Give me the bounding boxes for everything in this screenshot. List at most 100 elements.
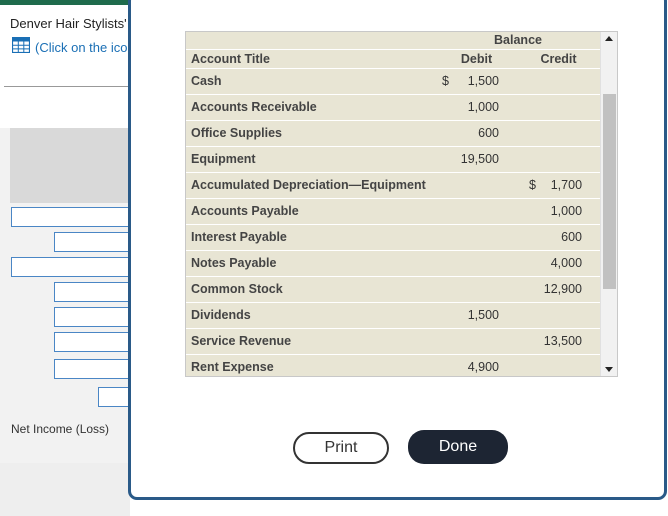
credit-currency-sign xyxy=(517,250,539,277)
credit-value: 12,900 xyxy=(539,276,600,303)
debit-currency-sign xyxy=(436,146,452,173)
account-title: Common Stock xyxy=(186,276,436,303)
table-body: Cash $1,500 Accounts Receivable 1,000 Office… xyxy=(186,68,600,376)
spreadsheet-icon[interactable] xyxy=(11,36,31,58)
account-title: Notes Payable xyxy=(186,250,436,277)
table-row: Service Revenue 13,500 xyxy=(186,328,600,355)
form-input-field[interactable] xyxy=(54,232,130,252)
credit-value: 1,700 xyxy=(539,172,600,199)
form-input-field[interactable] xyxy=(54,332,130,352)
form-input-field[interactable] xyxy=(54,307,130,327)
account-title: Accounts Receivable xyxy=(186,94,436,121)
credit-currency-sign xyxy=(517,68,539,95)
debit-currency-sign xyxy=(436,302,452,329)
form-input-field[interactable] xyxy=(54,359,130,379)
debit-currency-sign xyxy=(436,250,452,277)
debit-currency-sign xyxy=(436,276,452,303)
data-table-modal: Balance Account Title Debit Credit Cash $… xyxy=(128,0,667,500)
table-row: Rent Expense 4,900 xyxy=(186,354,600,376)
divider xyxy=(4,86,130,87)
debit-value: 4,900 xyxy=(452,354,517,376)
debit-value xyxy=(452,276,517,303)
account-title: Accounts Payable xyxy=(186,198,436,225)
debit-value: 1,000 xyxy=(452,94,517,121)
print-button[interactable]: Print xyxy=(293,432,389,464)
debit-value: 1,500 xyxy=(452,68,517,95)
credit-value: 1,000 xyxy=(539,198,600,225)
form-header-block xyxy=(10,128,130,203)
debit-value xyxy=(452,224,517,251)
debit-value xyxy=(452,172,517,199)
data-table-frame: Balance Account Title Debit Credit Cash $… xyxy=(185,31,618,377)
debit-value: 19,500 xyxy=(452,146,517,173)
credit-value xyxy=(539,354,600,376)
credit-value: 13,500 xyxy=(539,328,600,355)
credit-value xyxy=(539,302,600,329)
header-accent-bar xyxy=(0,0,130,5)
table-group-header-row: Balance xyxy=(186,32,600,50)
debit-value: 1,500 xyxy=(452,302,517,329)
credit-currency-sign xyxy=(517,354,539,376)
debit-currency-sign xyxy=(436,172,452,199)
debit-currency-sign: $ xyxy=(436,68,452,95)
credit-value: 600 xyxy=(539,224,600,251)
scroll-thumb[interactable] xyxy=(603,94,616,289)
credit-value xyxy=(539,146,600,173)
debit-currency-sign xyxy=(436,328,452,355)
account-title: Rent Expense xyxy=(186,354,436,376)
account-title: Equipment xyxy=(186,146,436,173)
scroll-up-icon[interactable] xyxy=(605,36,613,41)
credit-currency-sign xyxy=(517,94,539,121)
debit-currency-sign xyxy=(436,94,452,121)
vertical-scrollbar[interactable] xyxy=(600,32,617,376)
form-input-field[interactable] xyxy=(54,282,130,302)
balance-table: Balance Account Title Debit Credit Cash $… xyxy=(186,32,600,376)
data-table-scroll-area[interactable]: Balance Account Title Debit Credit Cash $… xyxy=(186,32,600,376)
account-title: Accumulated Depreciation—Equipment xyxy=(186,172,436,199)
credit-value xyxy=(539,120,600,147)
table-header-row: Account Title Debit Credit xyxy=(186,49,600,69)
debit-value xyxy=(452,198,517,225)
credit-currency-sign xyxy=(517,146,539,173)
data-table-link-text[interactable]: (Click on the ico xyxy=(35,40,127,55)
credit-value xyxy=(539,68,600,95)
table-row: Office Supplies 600 xyxy=(186,120,600,147)
credit-value xyxy=(539,94,600,121)
credit-currency-sign xyxy=(517,302,539,329)
credit-currency-sign xyxy=(517,276,539,303)
account-title: Interest Payable xyxy=(186,224,436,251)
account-title: Office Supplies xyxy=(186,120,436,147)
debit-value xyxy=(452,328,517,355)
table-row: Common Stock 12,900 xyxy=(186,276,600,303)
data-table-link[interactable]: (Click on the ico xyxy=(11,36,127,58)
scroll-down-icon[interactable] xyxy=(605,367,613,372)
debit-currency-sign xyxy=(436,354,452,376)
credit-currency-sign xyxy=(517,198,539,225)
table-row: Cash $1,500 xyxy=(186,68,600,95)
debit-currency-sign xyxy=(436,120,452,147)
table-row: Notes Payable 4,000 xyxy=(186,250,600,277)
debit-currency-sign xyxy=(436,224,452,251)
worksheet-title: Denver Hair Stylists' xyxy=(10,16,127,31)
net-income-label: Net Income (Loss) xyxy=(11,422,110,436)
table-row: Equipment 19,500 xyxy=(186,146,600,173)
bottom-strip xyxy=(0,463,130,516)
balance-header: Balance xyxy=(494,33,542,48)
form-input-field[interactable] xyxy=(11,207,130,227)
table-row: Interest Payable 600 xyxy=(186,224,600,251)
done-button[interactable]: Done xyxy=(408,430,508,464)
account-title-header: Account Title xyxy=(191,51,270,66)
account-title: Cash xyxy=(186,68,436,95)
table-row: Accumulated Depreciation—Equipment $1,700 xyxy=(186,172,600,199)
form-input-field[interactable] xyxy=(11,257,130,277)
credit-currency-sign xyxy=(517,120,539,147)
account-title: Dividends xyxy=(186,302,436,329)
credit-header: Credit xyxy=(540,51,577,66)
account-title: Service Revenue xyxy=(186,328,436,355)
credit-currency-sign: $ xyxy=(517,172,539,199)
debit-value: 600 xyxy=(452,120,517,147)
form-input-field[interactable] xyxy=(98,387,130,407)
debit-value xyxy=(452,250,517,277)
credit-value: 4,000 xyxy=(539,250,600,277)
debit-header: Debit xyxy=(460,51,493,66)
